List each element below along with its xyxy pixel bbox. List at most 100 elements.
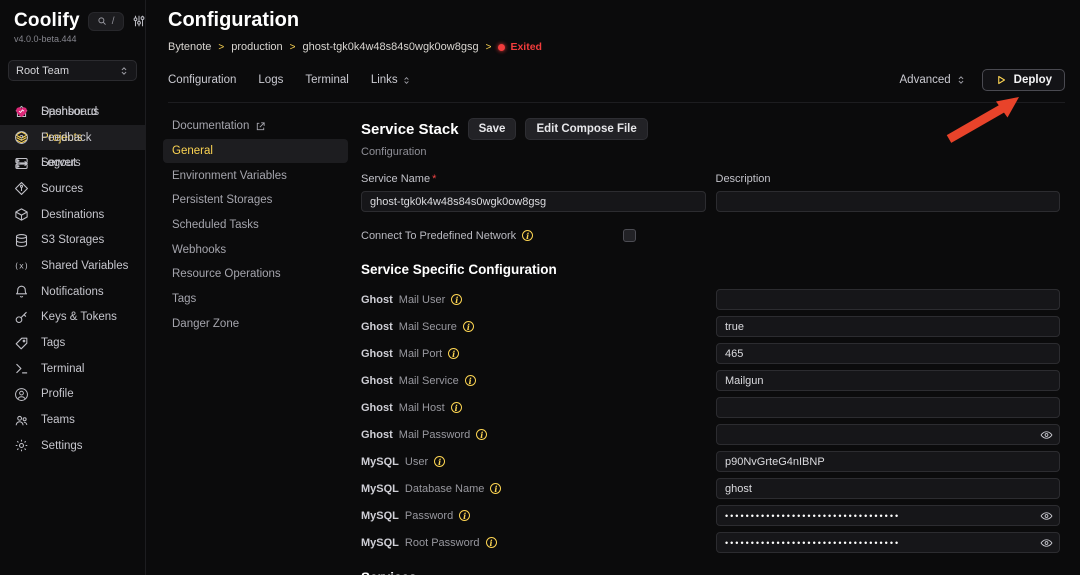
info-icon[interactable]: i	[451, 294, 462, 305]
subnav-item-label: Resource Operations	[172, 268, 281, 280]
field-row-mysql-database-name: MySQLDatabase Namei	[361, 475, 1060, 502]
sidebar-item-feedback[interactable]: ?Feedback	[0, 125, 145, 151]
sidebar-item-label: Sponsor us	[41, 106, 99, 118]
logout-icon	[14, 156, 29, 171]
subnav-item-tags[interactable]: Tags	[163, 287, 348, 312]
subnav-item-scheduled-tasks[interactable]: Scheduled Tasks	[163, 213, 348, 238]
tab-logs[interactable]: Logs	[258, 74, 283, 86]
field-input-mysql-user[interactable]	[716, 451, 1060, 472]
info-icon[interactable]: i	[463, 321, 474, 332]
service-fields: GhostMail UseriGhostMail SecureiGhostMai…	[361, 286, 1060, 556]
info-icon[interactable]: i	[434, 456, 445, 467]
edit-compose-button[interactable]: Edit Compose File	[525, 118, 647, 140]
stack-subtitle: Configuration	[361, 146, 1060, 158]
field-group: Ghost	[361, 348, 393, 360]
field-label: GhostMail Securei	[361, 321, 716, 333]
tabs: Configuration Logs Terminal Links	[168, 74, 411, 86]
adjustments-icon[interactable]	[132, 14, 146, 28]
field-input-wrap	[716, 397, 1060, 418]
status-dot-icon	[498, 44, 505, 51]
search-shortcut: /	[112, 16, 115, 27]
field-name: Mail Service	[399, 375, 459, 387]
field-input-mysql-password[interactable]	[716, 505, 1060, 526]
predefined-network-row: Connect To Predefined Network i	[361, 229, 1060, 242]
field-input-ghost-mail-secure[interactable]	[716, 316, 1060, 337]
field-input-wrap	[716, 316, 1060, 337]
predefined-network-label: Connect To Predefined Network i	[361, 230, 623, 242]
page-title: Configuration	[168, 9, 1080, 32]
sidebar-item-logout[interactable]: Logout	[0, 150, 145, 176]
eye-icon[interactable]	[1040, 536, 1053, 549]
eye-icon[interactable]	[1040, 509, 1053, 522]
field-input-ghost-mail-password[interactable]	[716, 424, 1060, 445]
tab-configuration[interactable]: Configuration	[168, 74, 236, 86]
search-button[interactable]: /	[88, 12, 124, 31]
breadcrumb-item[interactable]: production	[231, 41, 282, 53]
field-label: GhostMail Passwordi	[361, 429, 716, 441]
info-icon[interactable]: i	[476, 429, 487, 440]
subnav-item-danger-zone[interactable]: Danger Zone	[163, 312, 348, 337]
field-group: MySQL	[361, 537, 399, 549]
subnav-item-environment-variables[interactable]: Environment Variables	[163, 163, 348, 188]
description-input[interactable]	[716, 191, 1061, 212]
subnav-item-label: Environment Variables	[172, 170, 287, 182]
breadcrumb-item[interactable]: ghost-tgk0k4w48s84s0wgk0ow8gsg	[302, 41, 478, 53]
tab-label: Configuration	[168, 74, 236, 86]
eye-icon[interactable]	[1040, 428, 1053, 441]
info-icon[interactable]: i	[459, 510, 470, 521]
field-input-mysql-root-password[interactable]	[716, 532, 1060, 553]
subnav-item-documentation[interactable]: Documentation	[163, 114, 348, 139]
subnav-item-label: Tags	[172, 293, 196, 305]
service-name-input[interactable]	[361, 191, 706, 212]
subnav-item-webhooks[interactable]: Webhooks	[163, 237, 348, 262]
field-input-wrap	[716, 343, 1060, 364]
breadcrumb-item[interactable]: Bytenote	[168, 41, 211, 53]
subnav-item-persistent-storages[interactable]: Persistent Storages	[163, 188, 348, 213]
field-label: GhostMail Hosti	[361, 402, 716, 414]
info-icon[interactable]: i	[465, 375, 476, 386]
deploy-button[interactable]: Deploy	[982, 69, 1065, 91]
info-icon[interactable]: i	[448, 348, 459, 359]
subnav-item-resource-operations[interactable]: Resource Operations	[163, 262, 348, 287]
tab-label: Terminal	[305, 74, 348, 86]
field-input-ghost-mail-port[interactable]	[716, 343, 1060, 364]
field-row-ghost-mail-service: GhostMail Servicei	[361, 367, 1060, 394]
subnav: DocumentationGeneral Environment Variable…	[163, 114, 348, 575]
save-button[interactable]: Save	[468, 118, 517, 140]
predefined-network-checkbox[interactable]	[623, 229, 636, 242]
svg-text:?: ?	[19, 135, 23, 142]
tab-links[interactable]: Links	[371, 74, 411, 86]
tab-label: Links	[371, 74, 398, 86]
info-icon[interactable]: i	[490, 483, 501, 494]
field-input-ghost-mail-service[interactable]	[716, 370, 1060, 391]
field-label: GhostMail Useri	[361, 294, 716, 306]
search-icon	[97, 16, 107, 26]
team-selector[interactable]: Root Team	[8, 60, 137, 81]
tab-terminal[interactable]: Terminal	[305, 74, 348, 86]
field-input-wrap	[716, 289, 1060, 310]
info-icon[interactable]: i	[486, 537, 497, 548]
field-input-mysql-database-name[interactable]	[716, 478, 1060, 499]
advanced-dropdown[interactable]: Advanced	[900, 74, 966, 86]
deploy-label: Deploy	[1014, 74, 1052, 86]
subnav-item-general[interactable]: General	[163, 139, 348, 164]
tab-label: Logs	[258, 74, 283, 86]
field-input-ghost-mail-user[interactable]	[716, 289, 1060, 310]
extlink-icon	[255, 121, 266, 132]
info-icon[interactable]: i	[522, 230, 533, 241]
subnav-item-label: Webhooks	[172, 244, 226, 256]
field-name: Password	[405, 510, 453, 522]
field-input-ghost-mail-host[interactable]	[716, 397, 1060, 418]
app-logo[interactable]: Coolify	[14, 10, 80, 32]
subnav-item-label: Danger Zone	[172, 318, 239, 330]
sidebar-item-sponsor-us[interactable]: Sponsor us	[0, 99, 145, 125]
field-name: Mail Secure	[399, 321, 457, 333]
field-row-ghost-mail-port: GhostMail Porti	[361, 340, 1060, 367]
updown-icon	[402, 76, 411, 85]
status-label: Exited	[510, 41, 542, 53]
info-icon[interactable]: i	[451, 402, 462, 413]
subnav-item-label: Scheduled Tasks	[172, 219, 259, 231]
field-label: MySQLRoot Passwordi	[361, 537, 716, 549]
field-group: MySQL	[361, 510, 399, 522]
stack-header: Service Stack Save Edit Compose File	[361, 118, 1060, 140]
